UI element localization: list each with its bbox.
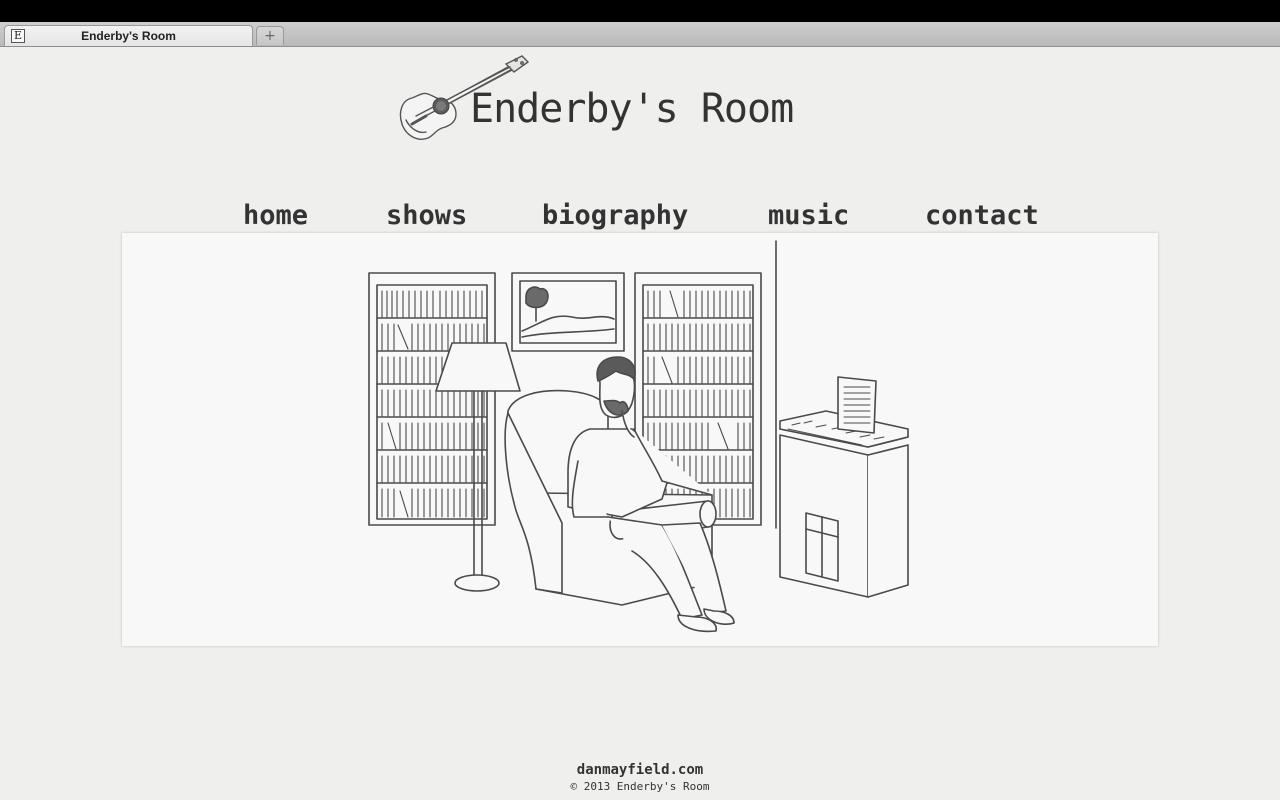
nav-music[interactable]: music: [768, 200, 849, 231]
left-bookshelf: [368, 272, 496, 526]
tab-title: Enderby's Room: [81, 29, 176, 43]
wall-picture: [511, 272, 625, 352]
nav-shows[interactable]: shows: [386, 200, 467, 231]
window-top-bar: [0, 0, 1280, 22]
footer-link[interactable]: danmayfield.com: [0, 762, 1280, 778]
upright-piano: [779, 376, 909, 598]
site-logo[interactable]: Enderby's Room: [398, 54, 818, 146]
new-tab-button[interactable]: +: [256, 26, 284, 45]
nav-contact[interactable]: contact: [925, 200, 1039, 231]
hero-panel: [122, 233, 1158, 646]
room-illustration: [368, 240, 909, 633]
nav-biography[interactable]: biography: [542, 200, 688, 231]
nav-home[interactable]: home: [243, 200, 308, 231]
tab-strip: E Enderby's Room +: [0, 22, 1280, 47]
browser-tab[interactable]: E Enderby's Room: [4, 25, 253, 46]
footer-copyright: © 2013 Enderby's Room: [570, 780, 710, 793]
site-title: Enderby's Room: [470, 86, 794, 132]
